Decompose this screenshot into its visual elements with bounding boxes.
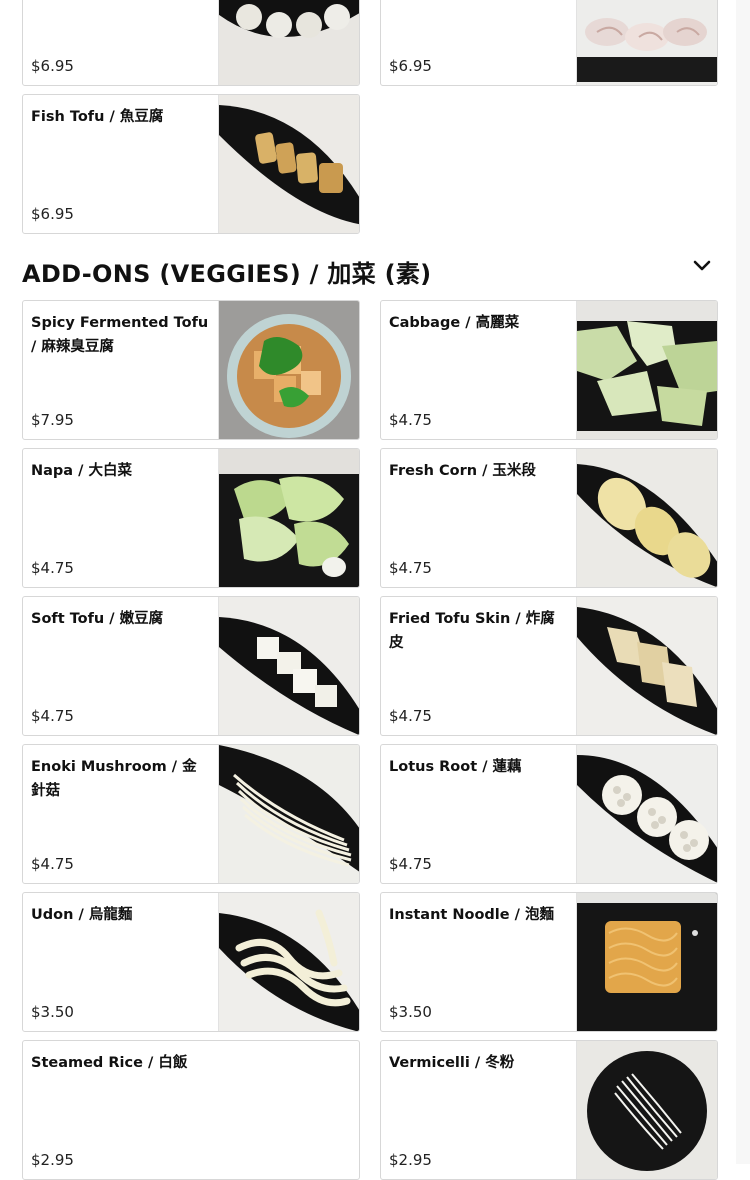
item-name: Fried Tofu Skin / 炸腐皮 [389, 611, 555, 651]
item-name: Lotus Root / 蓮藕 [389, 759, 522, 775]
scrollbar-track[interactable] [736, 0, 750, 1164]
item-name: Instant Noodle / 泡麵 [389, 907, 555, 923]
menu-item-card[interactable]: Vermicelli / 冬粉 $2.95 [380, 1040, 718, 1180]
item-price: $6.95 [389, 57, 432, 75]
menu-item-card[interactable]: Lotus Root / 蓮藕 $4.75 [380, 744, 718, 884]
menu-page: $6.95 $6.95 Fish Tofu / 魚豆腐 $6.95 ADD-ON… [0, 0, 750, 1180]
item-price: $6.95 [31, 205, 74, 223]
section-title: ADD-ONS (VEGGIES) / 加菜 (素) [22, 260, 432, 288]
soft-tofu-photo [218, 597, 359, 735]
enoki-photo [218, 745, 359, 883]
chevron-down-icon[interactable] [690, 256, 714, 276]
item-price: $6.95 [31, 57, 74, 75]
menu-item-card[interactable]: Steamed Rice / 白飯 $2.95 [22, 1040, 360, 1180]
item-price: $2.95 [31, 1151, 74, 1169]
item-price: $3.50 [31, 1003, 74, 1021]
menu-item-card[interactable]: Enoki Mushroom / 金針菇 $4.75 [22, 744, 360, 884]
udon-photo [218, 893, 359, 1031]
menu-item-card[interactable]: Soft Tofu / 嫩豆腐 $4.75 [22, 596, 360, 736]
item-name: Fish Tofu / 魚豆腐 [31, 109, 164, 125]
menu-item-card[interactable]: Spicy Fermented Tofu / 麻辣臭豆腐 $7.95 [22, 300, 360, 440]
fermented-tofu-photo [218, 301, 359, 439]
item-name: Steamed Rice / 白飯 [31, 1055, 188, 1071]
menu-item-card[interactable]: Fresh Corn / 玉米段 $4.75 [380, 448, 718, 588]
item-price: $3.50 [389, 1003, 432, 1021]
item-price: $4.75 [389, 707, 432, 725]
item-name: Cabbage / 高麗菜 [389, 315, 520, 331]
menu-item-card[interactable]: $6.95 [22, 0, 360, 86]
vermicelli-photo [576, 1041, 717, 1179]
corn-photo [576, 449, 717, 587]
menu-item-card[interactable]: Fried Tofu Skin / 炸腐皮 $4.75 [380, 596, 718, 736]
item-name: Spicy Fermented Tofu / 麻辣臭豆腐 [31, 315, 209, 355]
item-price: $4.75 [31, 559, 74, 577]
menu-item-card[interactable]: Instant Noodle / 泡麵 $3.50 [380, 892, 718, 1032]
item-price: $4.75 [389, 411, 432, 429]
menu-item-card[interactable]: Fish Tofu / 魚豆腐 $6.95 [22, 94, 360, 234]
item-name: Enoki Mushroom / 金針菇 [31, 759, 197, 799]
instant-noodle-photo [576, 893, 717, 1031]
item-name: Udon / 烏龍麵 [31, 907, 133, 923]
fish-ball-photo [218, 0, 359, 85]
item-price: $4.75 [31, 707, 74, 725]
fish-slice-photo [576, 0, 717, 85]
menu-item-card[interactable]: Napa / 大白菜 $4.75 [22, 448, 360, 588]
fish-tofu-photo [218, 95, 359, 233]
item-price: $4.75 [31, 855, 74, 873]
item-price: $2.95 [389, 1151, 432, 1169]
lotus-root-photo [576, 745, 717, 883]
item-name: Napa / 大白菜 [31, 463, 132, 479]
tofu-skin-photo [576, 597, 717, 735]
item-name: Soft Tofu / 嫩豆腐 [31, 611, 164, 627]
menu-item-card[interactable]: Udon / 烏龍麵 $3.50 [22, 892, 360, 1032]
item-name: Fresh Corn / 玉米段 [389, 463, 536, 479]
item-price: $4.75 [389, 855, 432, 873]
menu-item-card[interactable]: Cabbage / 高麗菜 $4.75 [380, 300, 718, 440]
menu-item-card[interactable]: $6.95 [380, 0, 718, 86]
cabbage-photo [576, 301, 717, 439]
item-price: $7.95 [31, 411, 74, 429]
item-price: $4.75 [389, 559, 432, 577]
napa-photo [218, 449, 359, 587]
item-name: Vermicelli / 冬粉 [389, 1055, 515, 1071]
